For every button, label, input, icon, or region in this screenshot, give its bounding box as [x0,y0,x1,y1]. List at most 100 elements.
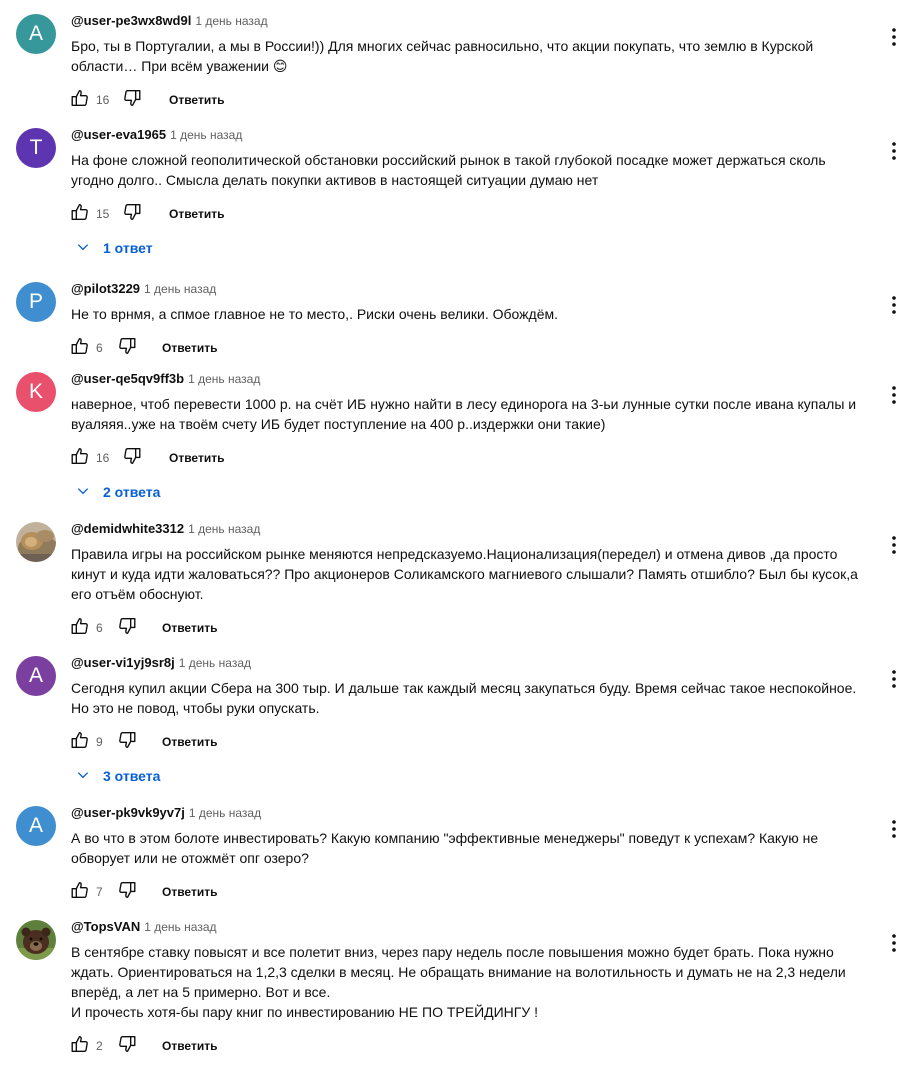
avatar[interactable]: A [16,806,56,846]
comment-time[interactable]: 1 день назад [170,128,242,142]
reply-button[interactable]: Ответить [169,451,224,465]
dislike-button[interactable] [116,726,140,758]
more-vert-icon [882,670,906,695]
comment-text-line: угодно долго.. Смысла делать покупки акт… [71,172,599,188]
more-actions-button[interactable] [882,25,906,49]
dislike-button[interactable] [121,84,145,116]
comment-time[interactable]: 1 день назад [189,806,261,820]
reply-button[interactable]: Ответить [162,735,217,749]
reply-button[interactable]: Ответить [162,621,217,635]
replies-count-label: 3 ответа [103,768,161,784]
dislike-button[interactable] [116,332,140,364]
reply-button[interactable]: Ответить [169,93,224,107]
comment-text-line: ждать. Ориентироваться на 1,2,3 сделки в… [71,964,846,980]
comment-time[interactable]: 1 день назад [195,14,267,28]
reply-button[interactable]: Ответить [162,885,217,899]
dislike-button[interactable] [121,442,145,474]
comment-text: В сентябре ставку повысят и все полетит … [71,942,881,1022]
avatar[interactable]: P [16,282,56,322]
like-button[interactable] [69,84,93,116]
comment-text-line: Но это не повод, чтобы руки опускать. [71,700,320,716]
comment-text: А во что в этом болоте инвестировать? Ка… [71,828,881,868]
like-button[interactable] [69,612,93,644]
more-vert-icon [882,386,906,411]
comment-text-line: В сентябре ставку повысят и все полетит … [71,944,834,960]
bear-photo[interactable] [16,920,56,960]
comment-header: @user-pe3wx8wd9l 1 день назад [71,14,881,34]
author-name[interactable]: @pilot3229 [71,281,140,296]
like-button[interactable] [69,726,93,758]
chevron-down-icon [71,483,103,502]
comment-body: @user-vi1yj9sr8j 1 день назад Сегодня купи… [71,656,881,790]
avatar[interactable]: A [16,656,56,696]
author-name[interactable]: @demidwhite3312 [71,521,184,536]
like-button[interactable] [69,442,93,474]
lion-photo[interactable] [16,522,56,562]
comment-text-line: И прочесть хотя-бы пару книг по инвестир… [71,1004,539,1020]
comment-body: @pilot3229 1 день назад Не то врнмя, а спм… [71,282,881,364]
avatar[interactable]: T [16,128,56,168]
thumbs-down-icon [116,879,138,906]
avatar[interactable]: A [16,14,56,54]
thumbs-down-icon [121,201,143,228]
author-name[interactable]: @user-vi1yj9sr8j [71,655,175,670]
more-actions-button[interactable] [882,817,906,841]
more-actions-button[interactable] [882,667,906,691]
comment-time[interactable]: 1 день назад [144,920,216,934]
comment-body: @user-pe3wx8wd9l 1 день назад Бро, ты в По… [71,14,881,116]
comment-toolbar: 7 Ответить [71,876,881,908]
more-actions-button[interactable] [882,383,906,407]
comment-toolbar: 2 Ответить [71,1030,881,1062]
comment-text-line: наверное, чтоб перевести 1000 р. на счёт… [71,396,857,412]
like-button[interactable] [69,1030,93,1062]
comments-list: A @user-pe3wx8wd9l 1 день назад Бро, ты в П… [0,0,914,1065]
comment-body: @user-eva1965 1 день назад На фоне сложной… [71,128,881,262]
view-replies-button[interactable]: 1 ответ [71,234,881,262]
more-actions-button[interactable] [882,293,906,317]
comment-time[interactable]: 1 день назад [144,282,216,296]
thumbs-down-icon [116,1033,138,1060]
author-name[interactable]: @user-pk9vk9yv7j [71,805,185,820]
more-vert-icon [882,28,906,53]
comment-toolbar: 16 Ответить [71,84,881,116]
dislike-button[interactable] [116,876,140,908]
like-count: 2 [96,1039,103,1053]
like-count: 9 [96,735,103,749]
replies-count-label: 2 ответа [103,484,161,500]
reply-button[interactable]: Ответить [169,207,224,221]
thumbs-down-icon [116,729,138,756]
reply-button[interactable]: Ответить [162,1039,217,1053]
view-replies-button[interactable]: 2 ответа [71,478,881,506]
author-name[interactable]: @TopsVAN [71,919,140,934]
more-actions-button[interactable] [882,139,906,163]
reply-button[interactable]: Ответить [162,341,217,355]
author-name[interactable]: @user-eva1965 [71,127,166,142]
more-vert-icon [882,820,906,845]
like-button[interactable] [69,332,93,364]
avatar[interactable]: K [16,372,56,412]
comment-text: наверное, чтоб перевести 1000 р. на счёт… [71,394,881,434]
dislike-button[interactable] [121,198,145,230]
like-button[interactable] [69,876,93,908]
thumbs-up-icon [69,87,91,114]
replies-count-label: 1 ответ [103,240,153,256]
comment-text: Сегодня купил акции Сбера на 300 тыр. И … [71,678,881,718]
author-name[interactable]: @user-qe5qv9ff3b [71,371,184,386]
dislike-button[interactable] [116,1030,140,1062]
comment-header: @user-pk9vk9yv7j 1 день назад [71,806,881,826]
comment-toolbar: 6 Ответить [71,612,881,644]
comment-text-line: обворует или не отожмёт опг озеро? [71,850,309,866]
comment-time[interactable]: 1 день назад [188,522,260,536]
view-replies-button[interactable]: 3 ответа [71,762,881,790]
more-actions-button[interactable] [882,533,906,557]
comment-time[interactable]: 1 день назад [179,656,251,670]
like-button[interactable] [69,198,93,230]
chevron-down-icon [71,767,103,786]
author-name[interactable]: @user-pe3wx8wd9l [71,13,191,28]
dislike-button[interactable] [116,612,140,644]
like-count: 7 [96,885,103,899]
more-actions-button[interactable] [882,931,906,955]
comment-text: На фоне сложной геополитической обстанов… [71,150,881,190]
comment-time[interactable]: 1 день назад [188,372,260,386]
like-count: 15 [96,207,110,221]
